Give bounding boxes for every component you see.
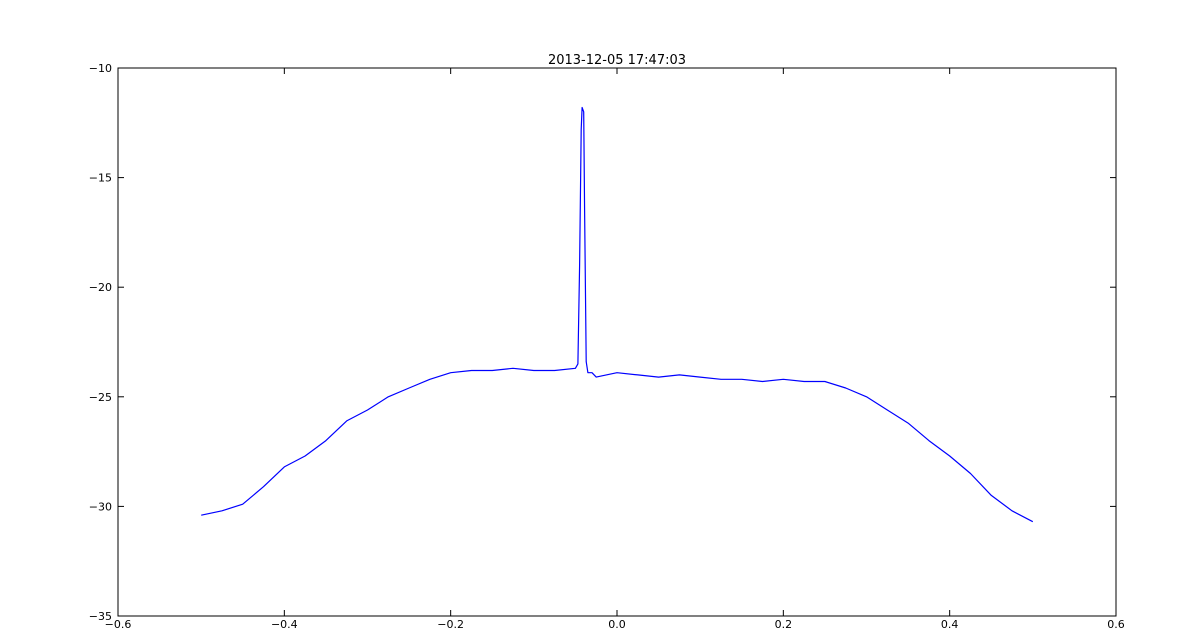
x-tick-label: 0.0 <box>608 618 626 630</box>
x-tick-label: 0.2 <box>775 618 793 630</box>
x-tick-label: −0.4 <box>271 618 298 630</box>
chart-title: 2013-12-05 17:47:03 <box>548 53 686 68</box>
x-tick-label: −0.2 <box>437 618 464 630</box>
y-tick-label: −25 <box>89 391 112 404</box>
y-tick-label: −10 <box>89 62 112 75</box>
x-tick-label: 0.6 <box>1107 618 1125 630</box>
line-chart: 2013-12-05 17:47:03 −0.6 −0.4 −0.2 0.0 0.2 0.… <box>0 0 1200 630</box>
y-tick-label: −30 <box>89 500 112 513</box>
y-tick-label: −35 <box>89 610 112 623</box>
y-tick-label: −20 <box>89 281 112 294</box>
figure-background <box>0 0 1200 630</box>
x-tick-label: 0.4 <box>941 618 959 630</box>
y-tick-label: −15 <box>89 172 112 185</box>
